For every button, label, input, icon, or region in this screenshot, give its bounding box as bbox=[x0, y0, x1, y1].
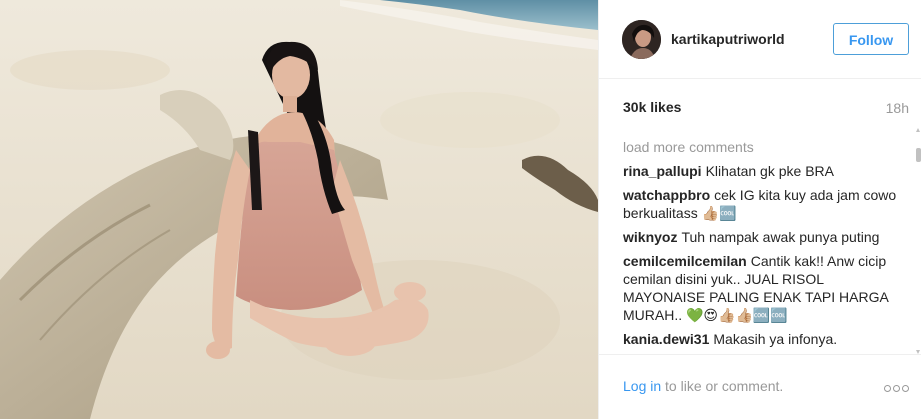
avatar-image bbox=[622, 20, 661, 59]
avatar[interactable] bbox=[622, 20, 661, 59]
comment-username[interactable]: rina_pallupi bbox=[623, 163, 702, 179]
login-prompt: Log in to like or comment. bbox=[623, 378, 783, 394]
login-prompt-text: to like or comment. bbox=[661, 378, 784, 394]
comment-username[interactable]: wiknyoz bbox=[623, 229, 677, 245]
post-sidebar: kartikaputriworld Follow 30k likes 18h l… bbox=[598, 0, 921, 419]
more-options-icon[interactable] bbox=[882, 379, 909, 395]
comment: watchappbro cek IG kita kuy ada jam cowo … bbox=[623, 186, 903, 222]
post-header: kartikaputriworld Follow bbox=[599, 0, 921, 79]
load-more-comments-link[interactable]: load more comments bbox=[623, 138, 903, 156]
comments-scrollbar[interactable] bbox=[916, 128, 921, 354]
likes-count[interactable]: 30k likes bbox=[623, 99, 681, 115]
login-link[interactable]: Log in bbox=[623, 378, 661, 394]
beach-photo-illustration bbox=[0, 0, 598, 419]
comment-text: Tuh nampak awak punya puting bbox=[681, 229, 880, 245]
comment-text: Makasih ya infonya. bbox=[713, 331, 838, 347]
comments-list: load more comments rina_pallupi Klihatan … bbox=[623, 138, 903, 352]
post-username[interactable]: kartikaputriworld bbox=[671, 31, 785, 47]
comment-username[interactable]: cemilcemilcemilan bbox=[623, 253, 747, 269]
comment-text: Klihatan gk pke BRA bbox=[705, 163, 834, 179]
comment-username[interactable]: kania.dewi31 bbox=[623, 331, 709, 347]
comment: wiknyoz Tuh nampak awak punya puting bbox=[623, 228, 903, 246]
post-footer: Log in to like or comment. bbox=[599, 354, 921, 419]
scroll-thumb[interactable] bbox=[916, 148, 921, 162]
comment: cemilcemilcemilan Cantik kak!! Anw cicip … bbox=[623, 252, 903, 324]
comment-username[interactable]: watchappbro bbox=[623, 187, 710, 203]
scroll-up-arrow-icon[interactable] bbox=[916, 128, 920, 132]
post-photo[interactable] bbox=[0, 0, 598, 419]
follow-button[interactable]: Follow bbox=[833, 23, 909, 55]
comment: kania.dewi31 Makasih ya infonya. bbox=[623, 330, 903, 348]
post-timestamp[interactable]: 18h bbox=[886, 100, 909, 116]
comment: rina_pallupi Klihatan gk pke BRA bbox=[623, 162, 903, 180]
